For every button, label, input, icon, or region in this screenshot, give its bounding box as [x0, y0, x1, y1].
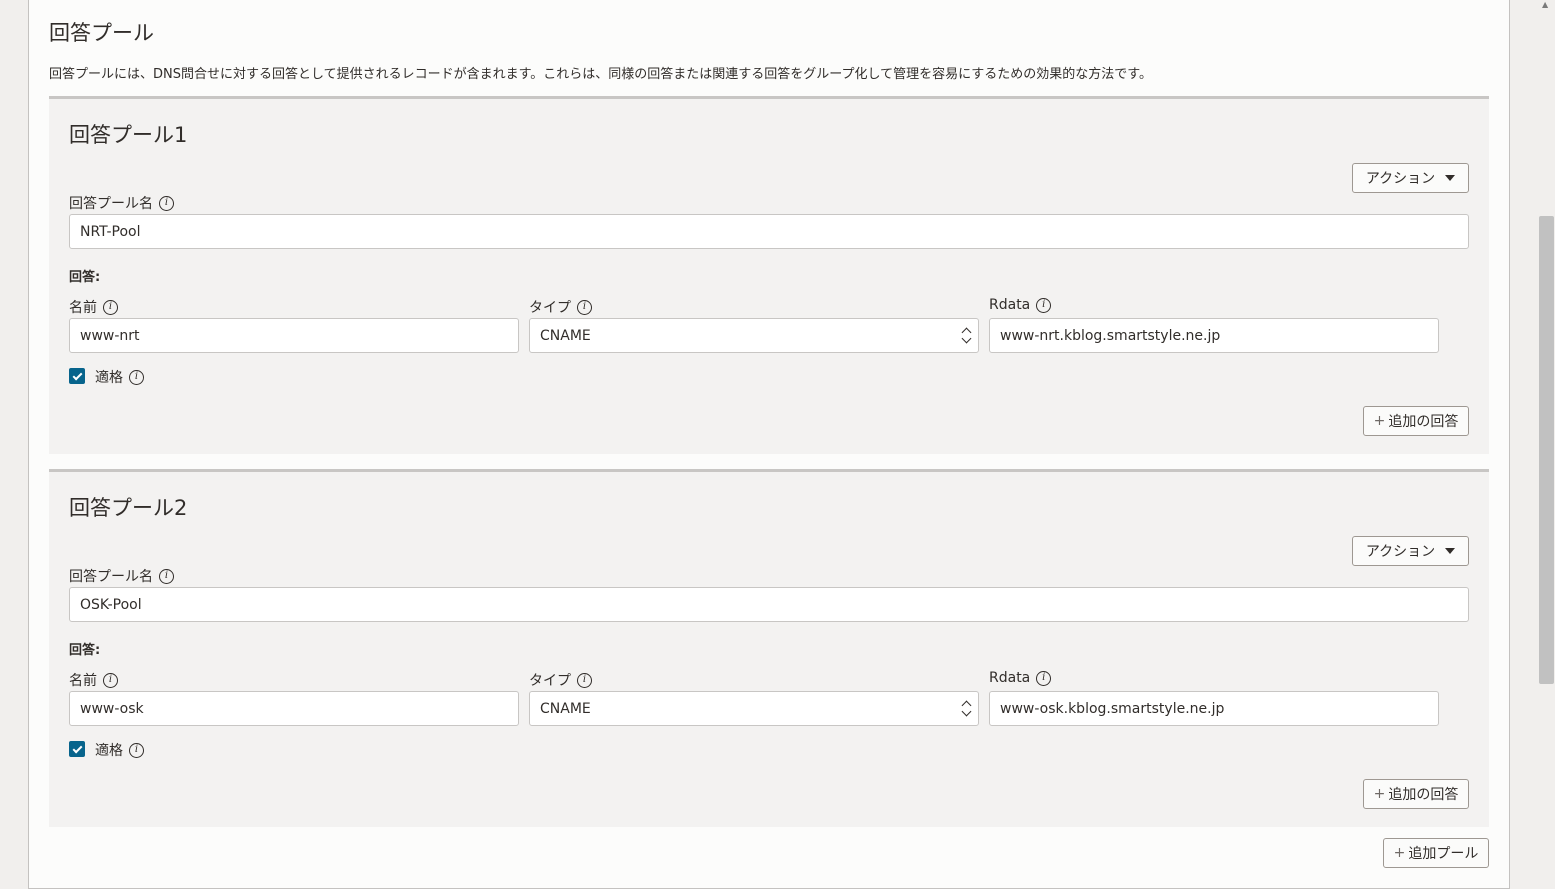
add-pool-button[interactable]: + 追加プール [1383, 838, 1489, 868]
answers-label: 回答: [69, 270, 101, 285]
answer-name-label-text: 名前 [69, 673, 97, 689]
pool-title: 回答プール2 [69, 496, 188, 520]
checkmark-icon [72, 743, 82, 753]
info-icon[interactable]: i [1036, 297, 1052, 313]
answers-label: 回答: [69, 643, 101, 658]
answer-name-label: 名前 i [69, 297, 118, 317]
answer-pools-panel: 回答プール 回答プールには、DNS問合せに対する回答として提供されるレコードが含… [28, 0, 1510, 889]
add-answer-button[interactable]: + 追加の回答 [1363, 779, 1469, 809]
info-icon[interactable]: i [159, 568, 174, 584]
info-icon[interactable]: i [129, 742, 144, 758]
answer-type-label-text: タイプ [529, 673, 571, 689]
answer-name-value: www-nrt [80, 327, 140, 344]
eligible-label-text: 適格 [95, 370, 123, 386]
pool-name-value: NRT-Pool [80, 223, 141, 240]
answer-name-value: www-osk [80, 700, 144, 717]
pool-name-input[interactable]: OSK-Pool [69, 587, 1469, 622]
pool-name-label-text: 回答プール名 [69, 196, 153, 212]
section-title: 回答プール [49, 21, 154, 45]
pool-name-label-text: 回答プール名 [69, 569, 153, 585]
answer-name-input[interactable]: www-osk [69, 691, 519, 726]
actions-button[interactable]: アクション [1352, 536, 1469, 566]
add-answer-button[interactable]: + 追加の回答 [1363, 406, 1469, 436]
info-icon[interactable]: i [129, 369, 144, 385]
eligible-label: 適格 i [95, 367, 144, 387]
answer-pool-1: 回答プール1 アクション 回答プール名 i NRT-Pool 回答: 名前 i … [49, 96, 1489, 454]
answer-name-label: 名前 i [69, 670, 118, 690]
answer-rdata-label-text: Rdata [989, 670, 1031, 686]
answer-name-input[interactable]: www-nrt [69, 318, 519, 353]
info-icon[interactable]: i [577, 299, 592, 315]
answer-type-select[interactable]: CNAME [529, 691, 979, 726]
answer-rdata-label-text: Rdata [989, 297, 1031, 313]
actions-button[interactable]: アクション [1352, 163, 1469, 193]
pool-name-label: 回答プール名 i [69, 193, 174, 213]
answer-type-label: タイプ i [529, 670, 592, 690]
eligible-checkbox[interactable] [69, 741, 85, 757]
caret-down-icon [1445, 548, 1456, 554]
pool-title: 回答プール1 [69, 123, 188, 147]
updown-chevron-icon [961, 327, 972, 344]
answer-rdata-label: Rdata i [989, 297, 1052, 313]
add-answer-label: 追加の回答 [1388, 414, 1459, 430]
answer-type-select[interactable]: CNAME [529, 318, 979, 353]
checkmark-icon [72, 370, 82, 380]
answer-type-value: CNAME [540, 700, 591, 717]
answer-rdata-input[interactable]: www-nrt.kblog.smartstyle.ne.jp [989, 318, 1439, 353]
add-pool-label: 追加プール [1408, 846, 1479, 862]
scroll-up-arrow-icon[interactable]: ▲ [1542, 0, 1548, 9]
scrollbar-thumb[interactable] [1539, 216, 1554, 684]
info-icon[interactable]: i [1036, 670, 1052, 686]
plus-icon: + [1373, 413, 1386, 429]
pool-name-value: OSK-Pool [80, 596, 142, 613]
answer-rdata-input[interactable]: www-osk.kblog.smartstyle.ne.jp [989, 691, 1439, 726]
caret-down-icon [1445, 175, 1456, 181]
answer-type-label-text: タイプ [529, 300, 571, 316]
eligible-label: 適格 i [95, 740, 144, 760]
info-icon[interactable]: i [577, 672, 592, 688]
plus-icon: + [1373, 786, 1386, 802]
eligible-checkbox[interactable] [69, 368, 85, 384]
add-answer-label: 追加の回答 [1388, 787, 1459, 803]
info-icon[interactable]: i [103, 672, 118, 688]
actions-button-label: アクション [1365, 171, 1436, 187]
answer-type-label: タイプ i [529, 297, 592, 317]
answer-pool-2: 回答プール2 アクション 回答プール名 i OSK-Pool 回答: 名前 i … [49, 469, 1489, 827]
info-icon[interactable]: i [103, 299, 118, 315]
answer-rdata-label: Rdata i [989, 670, 1052, 686]
plus-icon: + [1393, 845, 1406, 861]
actions-button-label: アクション [1365, 544, 1436, 560]
pool-name-input[interactable]: NRT-Pool [69, 214, 1469, 249]
eligible-label-text: 適格 [95, 743, 123, 759]
updown-chevron-icon [961, 700, 972, 717]
answer-rdata-value: www-nrt.kblog.smartstyle.ne.jp [1000, 327, 1221, 344]
section-description: 回答プールには、DNS問合せに対する回答として提供されるレコードが含まれます。こ… [49, 67, 1152, 82]
answer-rdata-value: www-osk.kblog.smartstyle.ne.jp [1000, 700, 1225, 717]
info-icon[interactable]: i [159, 195, 174, 211]
pool-name-label: 回答プール名 i [69, 566, 174, 586]
answer-name-label-text: 名前 [69, 300, 97, 316]
answer-type-value: CNAME [540, 327, 591, 344]
